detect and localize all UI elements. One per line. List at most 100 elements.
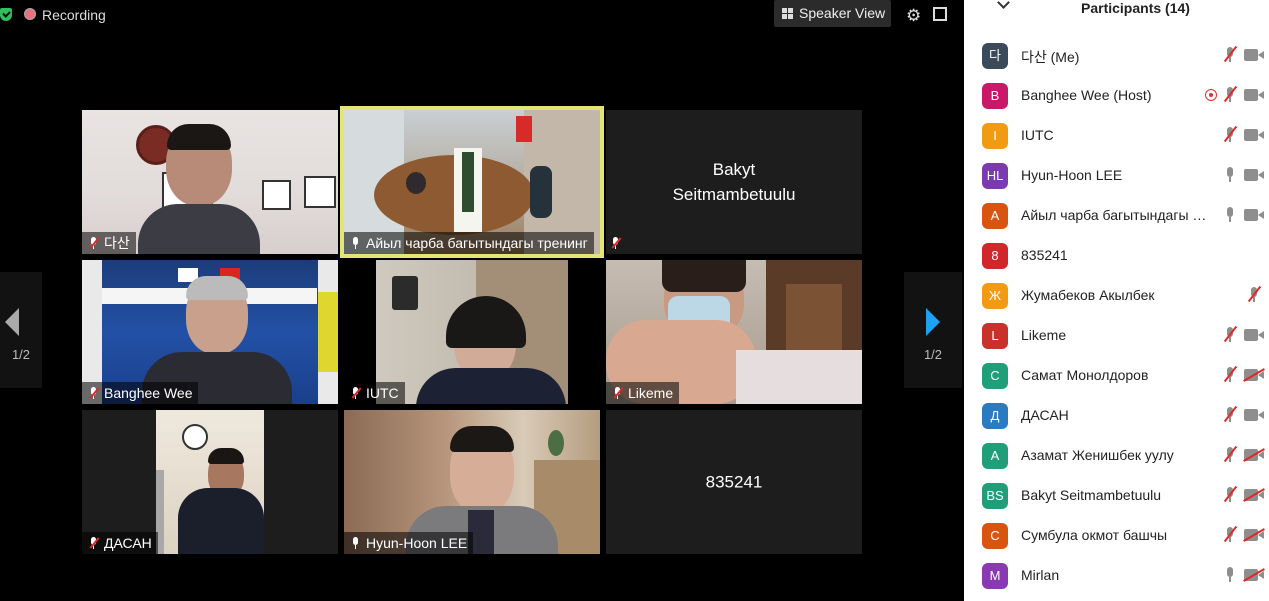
participant-name: Жумабеков Акылбек xyxy=(1021,287,1155,303)
video-tile[interactable]: 다산 xyxy=(82,110,338,254)
participant-row[interactable]: А Айыл чарба багытындагы тренинг xyxy=(964,195,1269,235)
participant-row[interactable]: B Banghee Wee (Host) xyxy=(964,75,1269,115)
participant-name: 다산 xyxy=(104,235,130,251)
participant-name: Mirlan xyxy=(1021,567,1060,583)
mic-muted-icon[interactable] xyxy=(1226,407,1234,422)
avatar: BS xyxy=(982,483,1008,509)
mic-muted-icon[interactable] xyxy=(1226,527,1234,542)
avatar: А xyxy=(982,443,1008,469)
chevron-down-icon[interactable] xyxy=(997,0,1010,9)
participant-row[interactable]: Д ДАСАН xyxy=(964,395,1269,435)
participant-row[interactable]: С Сумбула окмот башчы xyxy=(964,515,1269,555)
camera-icon[interactable] xyxy=(1244,89,1264,101)
participant-row[interactable]: L Likeme xyxy=(964,315,1269,355)
participant-name: Hyun-Hoon LEE xyxy=(366,535,468,551)
mic-icon xyxy=(352,237,359,249)
participant-name: ДАСАН xyxy=(1021,407,1069,423)
mic-muted-icon xyxy=(90,237,97,249)
participant-name: Азамат Женишбек уулу xyxy=(1021,447,1174,463)
mic-icon[interactable] xyxy=(1226,207,1234,222)
camera-icon[interactable] xyxy=(1244,129,1264,141)
speaker-view-label: Speaker View xyxy=(799,5,886,21)
next-page-button[interactable]: 1/2 xyxy=(904,272,962,388)
avatar: HL xyxy=(982,163,1008,189)
mic-muted-icon[interactable] xyxy=(1226,367,1234,382)
recording-icon xyxy=(24,8,36,20)
participant-name: Сумбула окмот башчы xyxy=(1021,527,1168,543)
participant-label: Айыл чарба багытындагы тренинг xyxy=(344,232,594,254)
participant-row[interactable]: I IUTC xyxy=(964,115,1269,155)
speaker-view-button[interactable]: Speaker View xyxy=(774,0,891,27)
camera-off-icon[interactable] xyxy=(1244,369,1264,381)
video-feed xyxy=(376,260,568,404)
video-tile-active-speaker[interactable]: Айыл чарба багытындагы тренинг xyxy=(340,106,604,258)
mic-icon[interactable] xyxy=(1226,567,1234,582)
video-tile[interactable]: Likeme xyxy=(606,260,862,404)
camera-icon[interactable] xyxy=(1244,209,1264,221)
mic-muted-icon[interactable] xyxy=(1250,287,1258,302)
mic-muted-icon[interactable] xyxy=(1226,327,1234,342)
participant-name: Айыл чарба багытындагы тренинг xyxy=(1021,207,1209,223)
mic-muted-icon xyxy=(614,387,621,399)
participant-row[interactable]: 8 835241 xyxy=(964,235,1269,275)
participant-name: Айыл чарба багытындагы тренинг xyxy=(366,235,588,251)
participant-name: Banghee Wee xyxy=(104,385,193,401)
participant-row[interactable]: С Самат Монолдоров xyxy=(964,355,1269,395)
participant-label: IUTC xyxy=(344,382,405,404)
video-feed xyxy=(156,410,264,554)
mic-muted-icon xyxy=(90,387,97,399)
mic-muted-icon[interactable] xyxy=(1226,87,1234,102)
avatar: 다 xyxy=(982,43,1008,69)
participant-name-big: 835241 xyxy=(705,472,763,492)
video-tile[interactable]: Banghee Wee xyxy=(82,260,338,404)
participant-name: 835241 xyxy=(1021,247,1068,263)
mic-muted-icon xyxy=(612,237,619,249)
camera-icon[interactable] xyxy=(1244,49,1264,61)
prev-page-button[interactable]: 1/2 xyxy=(0,272,42,388)
gear-icon[interactable]: ⚙ xyxy=(906,6,921,26)
participant-label: ДАСАН xyxy=(82,532,158,554)
participant-label: 다산 xyxy=(82,232,136,254)
camera-off-icon[interactable] xyxy=(1244,529,1264,541)
video-tile[interactable]: Bakyt Seitmambetuulu xyxy=(606,110,862,254)
participant-row[interactable]: А Азамат Женишбек уулу xyxy=(964,435,1269,475)
mic-muted-icon[interactable] xyxy=(1226,447,1234,462)
mic-icon[interactable] xyxy=(1226,167,1234,182)
camera-off-icon[interactable] xyxy=(1244,449,1264,461)
avatar: B xyxy=(982,83,1008,109)
video-tile[interactable]: Hyun-Hoon LEE xyxy=(344,410,600,554)
mic-muted-icon[interactable] xyxy=(1226,487,1234,502)
participant-row[interactable]: HL Hyun-Hoon LEE xyxy=(964,155,1269,195)
participant-row[interactable]: BS Bakyt Seitmambetuulu xyxy=(964,475,1269,515)
camera-icon[interactable] xyxy=(1244,329,1264,341)
participants-title: Participants (14) xyxy=(1081,0,1190,16)
mic-muted-icon[interactable] xyxy=(1226,127,1234,142)
mic-muted-icon xyxy=(352,387,359,399)
participant-row[interactable]: Ж Жумабеков Акылбек xyxy=(964,275,1269,315)
camera-icon[interactable] xyxy=(1244,409,1264,421)
fullscreen-icon[interactable] xyxy=(933,7,947,21)
camera-off-icon[interactable] xyxy=(1244,489,1264,501)
avatar: С xyxy=(982,523,1008,549)
security-shield-icon[interactable] xyxy=(0,8,12,21)
mic-muted-icon xyxy=(90,537,97,549)
participants-panel: Participants (14) 다 다산 (Me) B Banghee Wee (… xyxy=(964,0,1269,601)
avatar: M xyxy=(982,563,1008,589)
camera-icon[interactable] xyxy=(1244,169,1264,181)
participant-name: Banghee Wee (Host) xyxy=(1021,87,1152,103)
avatar: 8 xyxy=(982,243,1008,269)
grid-icon xyxy=(782,8,793,19)
page-indicator: 1/2 xyxy=(923,347,943,362)
participant-row[interactable]: 다 다산 (Me) xyxy=(964,35,1269,75)
avatar: L xyxy=(982,323,1008,349)
camera-off-icon[interactable] xyxy=(1244,569,1264,581)
video-tile[interactable]: ДАСАН xyxy=(82,410,338,554)
participant-name: Hyun-Hoon LEE xyxy=(1021,167,1123,183)
mic-muted-icon[interactable] xyxy=(1226,47,1234,62)
recording-icon xyxy=(1205,89,1217,101)
participant-name: IUTC xyxy=(1021,127,1054,143)
video-tile[interactable]: 835241 xyxy=(606,410,862,554)
participant-row[interactable]: M Mirlan xyxy=(964,555,1269,595)
video-tile[interactable]: IUTC xyxy=(344,260,600,404)
page-indicator: 1/2 xyxy=(11,347,31,362)
